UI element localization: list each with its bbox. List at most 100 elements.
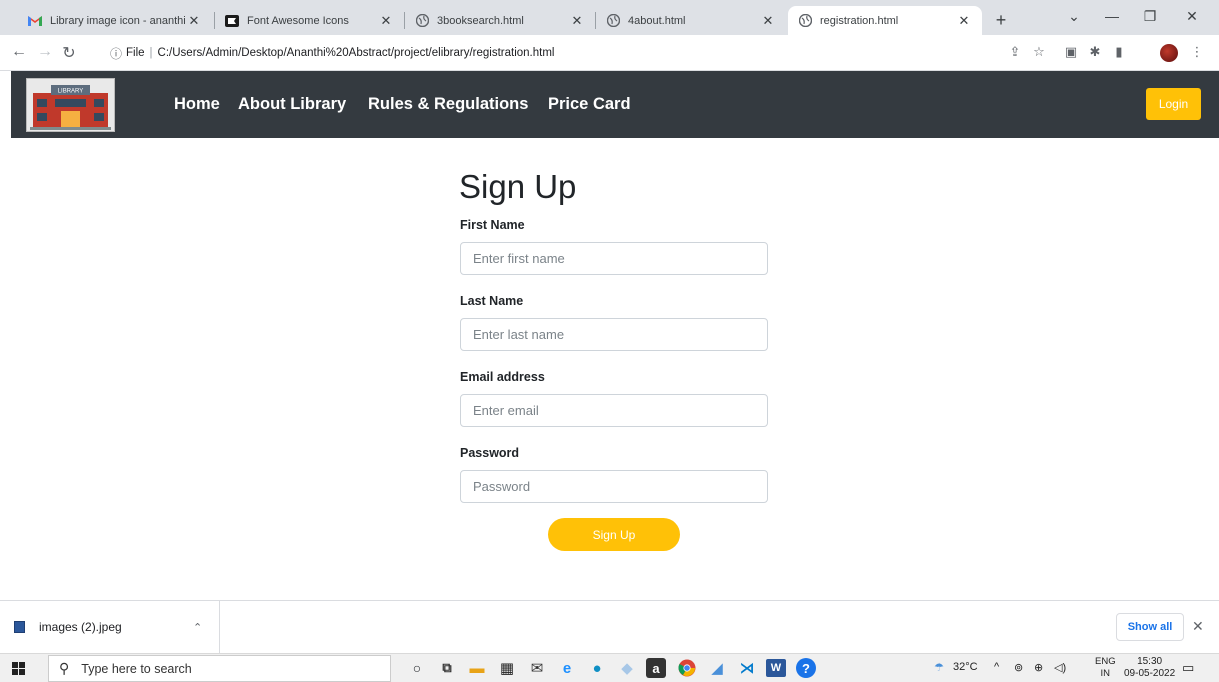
new-tab-button[interactable]: +: [990, 10, 1012, 32]
tab-title: registration.html: [820, 14, 899, 27]
network-globe-icon[interactable]: ⊕: [1034, 661, 1043, 674]
url-scheme-label: File: [126, 47, 145, 59]
email-input[interactable]: [460, 394, 768, 427]
tab-close-icon[interactable]: ✕: [569, 13, 585, 29]
tab-booksearch[interactable]: 3booksearch.html ✕: [405, 6, 595, 35]
system-clock[interactable]: 15:30 09-05-2022: [1124, 656, 1175, 680]
taskbar-search-box[interactable]: ⚲ Type here to search: [48, 655, 391, 682]
weather-temperature[interactable]: 32°C: [953, 661, 978, 673]
chrome-icon[interactable]: [676, 657, 698, 679]
windows-taskbar: ⚲ Type here to search ○ ⧉ ▬ ▦ ✉ e ● ◆ a …: [0, 653, 1219, 682]
dropbox-icon[interactable]: ◆: [616, 657, 638, 679]
browser-tab-strip: Library image icon - ananthis ✕ Font Awe…: [0, 0, 1219, 35]
notification-center-icon[interactable]: ▭: [1182, 660, 1194, 676]
first-name-input[interactable]: [460, 242, 768, 275]
tab-close-icon[interactable]: ✕: [760, 13, 776, 29]
speaker-icon[interactable]: ◁): [1054, 661, 1066, 674]
tab-about[interactable]: 4about.html ✕: [596, 6, 786, 35]
info-icon[interactable]: ⓘ: [110, 45, 122, 62]
tab-title: Library image icon - ananthis: [50, 14, 186, 27]
profile-avatar[interactable]: [1160, 44, 1178, 62]
password-input[interactable]: [460, 470, 768, 503]
gmail-icon: [28, 14, 42, 28]
sign-up-button[interactable]: Sign Up: [548, 518, 680, 551]
tray-app-icon[interactable]: ⊚: [1014, 661, 1023, 674]
window-close-icon[interactable]: ✕: [1182, 8, 1202, 25]
email-label: Email address: [460, 370, 545, 384]
tab-close-icon[interactable]: ✕: [378, 13, 394, 29]
edge-icon[interactable]: ●: [586, 657, 608, 679]
language-code: ENG: [1095, 656, 1116, 667]
site-navbar: LIBRARY Home About Library Rules & Regul…: [11, 71, 1219, 138]
amazon-icon[interactable]: a: [646, 658, 666, 678]
globe-icon: [798, 14, 812, 28]
minimize-icon[interactable]: —: [1102, 8, 1122, 24]
globe-icon: [415, 14, 429, 28]
back-arrow-icon[interactable]: ←: [9, 43, 29, 61]
tab-font-awesome[interactable]: Font Awesome Icons ✕: [215, 6, 404, 35]
file-explorer-icon[interactable]: ▬: [466, 657, 488, 679]
input-language-indicator[interactable]: ENG IN: [1095, 656, 1116, 680]
tray-chevron-up-icon[interactable]: ^: [994, 661, 999, 673]
vscode-icon[interactable]: ⋊: [736, 657, 758, 679]
forward-arrow-icon[interactable]: →: [35, 43, 55, 61]
cortana-icon[interactable]: ○: [406, 657, 428, 679]
library-building-icon: LIBRARY: [30, 85, 111, 130]
clock-date: 09-05-2022: [1124, 668, 1176, 679]
shelf-close-icon[interactable]: ✕: [1192, 618, 1204, 635]
side-panel-icon[interactable]: ▮: [1110, 44, 1128, 60]
internet-explorer-icon[interactable]: e: [556, 657, 578, 679]
extension-box-icon[interactable]: ▣: [1062, 44, 1080, 60]
more-menu-icon[interactable]: ⋮: [1188, 44, 1206, 60]
image-file-icon: [14, 621, 25, 633]
reload-icon[interactable]: ↻: [59, 43, 79, 63]
nav-about-library[interactable]: About Library: [238, 95, 346, 114]
logo-text: LIBRARY: [58, 89, 84, 95]
chevron-up-icon[interactable]: ⌃: [193, 621, 202, 634]
help-icon[interactable]: ?: [796, 658, 816, 678]
tab-close-icon[interactable]: ✕: [956, 13, 972, 29]
word-icon[interactable]: W: [766, 659, 786, 677]
tab-gmail[interactable]: Library image icon - ananthis ✕: [18, 6, 212, 35]
tab-title: 4about.html: [628, 14, 686, 27]
url-text: C:/Users/Admin/Desktop/Ananthi%20Abstrac…: [157, 47, 555, 59]
tab-title: Font Awesome Icons: [247, 14, 349, 27]
taskbar-search-placeholder: Type here to search: [81, 661, 192, 676]
download-item[interactable]: images (2).jpeg ⌃: [0, 601, 220, 653]
address-bar[interactable]: ⓘ File | C:/Users/Admin/Desktop/Ananthi%…: [110, 41, 1010, 65]
nav-price-card[interactable]: Price Card: [548, 95, 631, 114]
last-name-input[interactable]: [460, 318, 768, 351]
share-icon[interactable]: ⇪: [1006, 44, 1024, 60]
show-all-button[interactable]: Show all: [1116, 613, 1184, 641]
region-code: IN: [1100, 668, 1111, 679]
bookmark-star-icon[interactable]: ☆: [1030, 44, 1048, 60]
windows-start-icon[interactable]: [12, 662, 25, 675]
tab-close-icon[interactable]: ✕: [186, 13, 202, 29]
first-name-label: First Name: [460, 218, 525, 232]
nav-rules-regulations[interactable]: Rules & Regulations: [368, 95, 528, 114]
paint-icon[interactable]: ◢: [706, 657, 728, 679]
tab-registration[interactable]: registration.html ✕: [788, 6, 982, 35]
mail-icon[interactable]: ✉: [526, 657, 548, 679]
search-icon: ⚲: [59, 660, 70, 676]
globe-icon: [606, 14, 620, 28]
download-file-name: images (2).jpeg: [39, 620, 122, 634]
url-divider: |: [149, 47, 153, 59]
store-icon[interactable]: ▦: [496, 657, 518, 679]
browser-toolbar: ← → ↻ ⓘ File | C:/Users/Admin/Desktop/An…: [0, 35, 1219, 71]
library-logo[interactable]: LIBRARY: [26, 78, 115, 132]
puzzle-extensions-icon[interactable]: ✱: [1086, 44, 1104, 60]
download-shelf: images (2).jpeg ⌃ Show all ✕: [0, 600, 1219, 653]
last-name-label: Last Name: [460, 294, 524, 308]
task-view-icon[interactable]: ⧉: [436, 657, 458, 679]
tab-search-chevron-icon[interactable]: ⌄: [1064, 8, 1084, 25]
clock-time: 15:30: [1137, 656, 1163, 667]
nav-home[interactable]: Home: [174, 95, 220, 114]
font-awesome-icon: [225, 14, 239, 28]
password-label: Password: [460, 446, 520, 460]
weather-icon: ☂: [934, 662, 944, 674]
page-title: Sign Up: [459, 168, 577, 205]
login-button[interactable]: Login: [1146, 88, 1201, 120]
restore-icon[interactable]: ❐: [1140, 8, 1160, 25]
tab-title: 3booksearch.html: [437, 14, 524, 27]
